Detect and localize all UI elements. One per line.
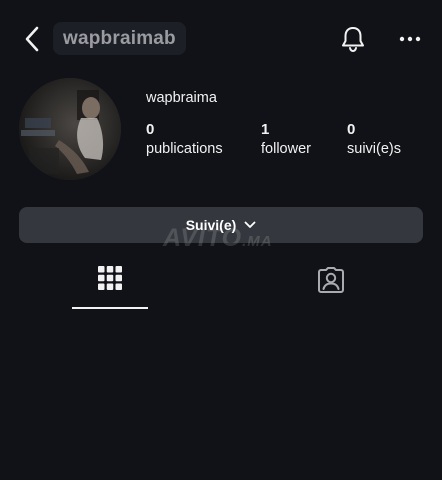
selected-tab-indicator [72,307,148,309]
display-name: wapbraima [146,90,217,106]
stat-label: follower [261,141,311,157]
more-options-button[interactable] [394,24,426,54]
stat-value: 0 [347,121,356,138]
stat-publications[interactable]: 0 publications [146,121,223,159]
more-horizontal-icon [399,36,421,42]
grid-icon [98,266,122,290]
stat-value: 1 [261,121,270,138]
back-button[interactable] [18,22,46,56]
top-bar: wapbraimab [0,0,442,78]
stat-value: 0 [146,121,155,138]
tagged-user-icon [318,267,344,293]
stat-following[interactable]: 0 suivi(e)s [347,121,401,159]
bell-icon [342,27,364,53]
profile-avatar[interactable] [19,78,121,180]
tab-posts-grid[interactable] [80,266,140,310]
avatar-photo [19,78,121,180]
notifications-button[interactable] [337,23,369,55]
stat-label: publications [146,141,223,157]
chevron-down-icon [244,221,256,228]
stat-followers[interactable]: 1 follower [261,121,311,159]
profile-username: wapbraimab [53,22,186,55]
tab-tagged[interactable] [301,266,361,310]
chevron-left-icon [25,26,39,52]
following-label: Suivi(e) [185,217,237,233]
stat-label: suivi(e)s [347,141,401,157]
following-button[interactable]: Suivi(e) [19,207,423,243]
